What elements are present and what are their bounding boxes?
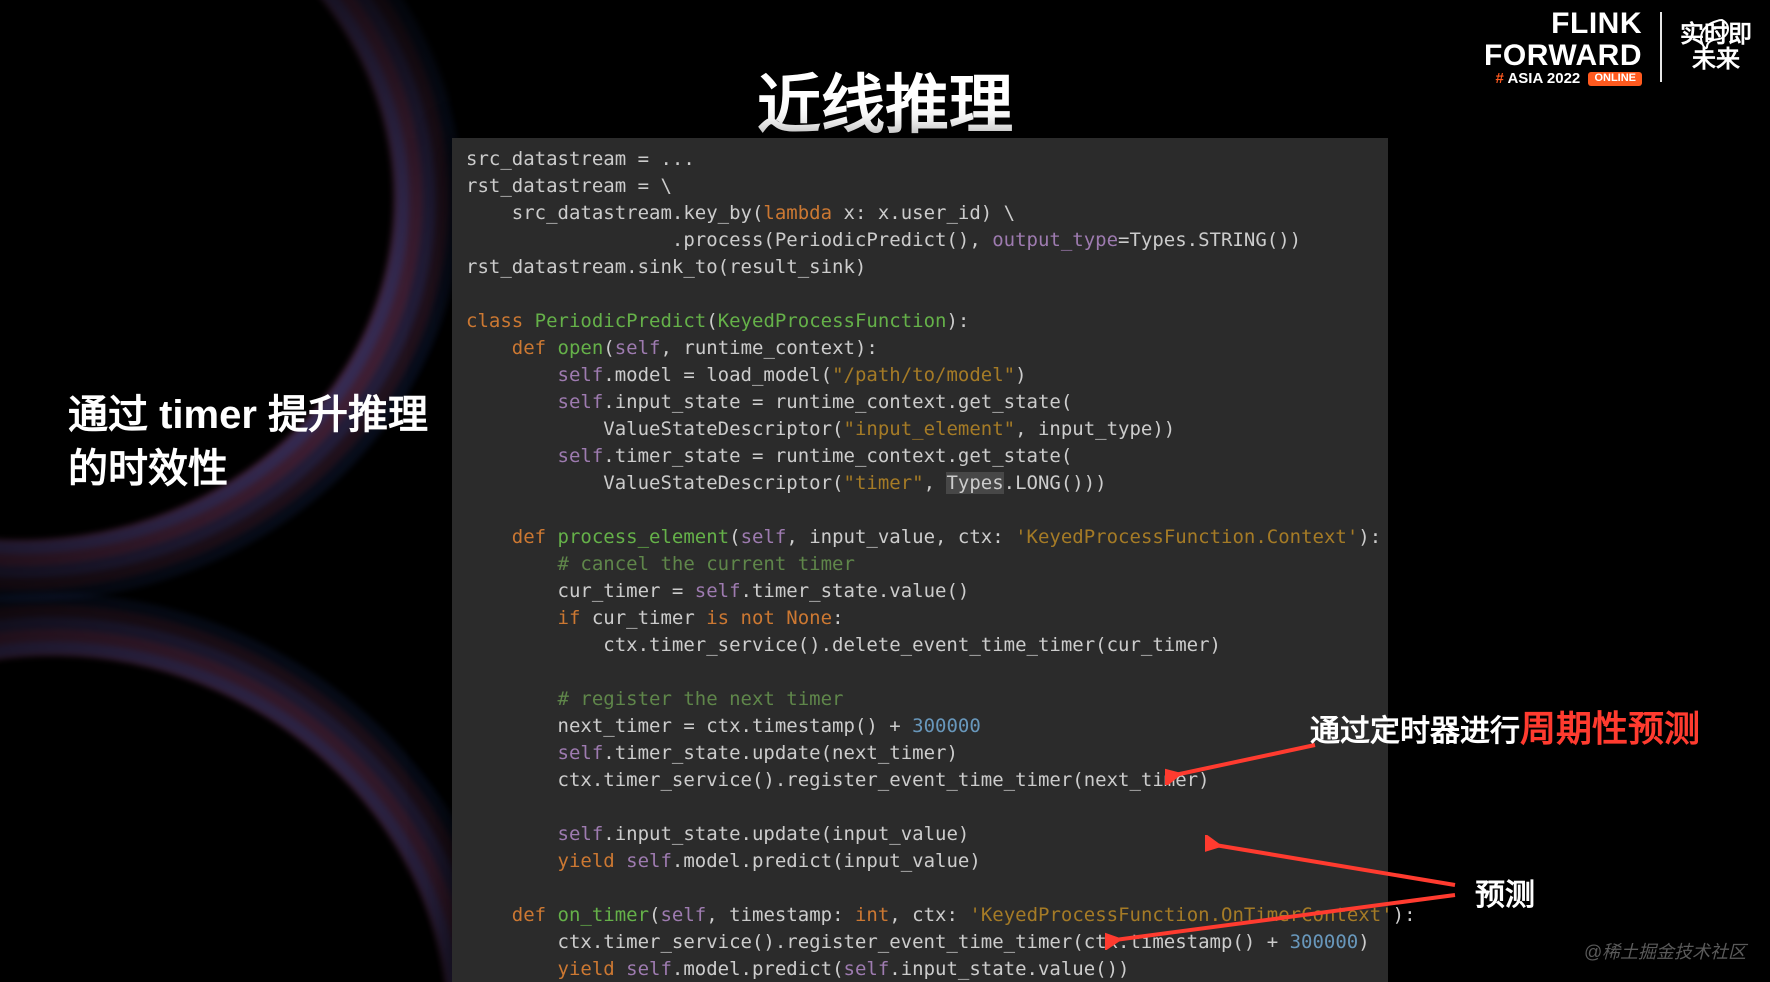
code-self: self bbox=[466, 364, 603, 386]
code-string: "input_element" bbox=[844, 418, 1016, 440]
code-self: self bbox=[466, 742, 603, 764]
code-line: cur_timer bbox=[580, 607, 706, 629]
code-line: , input_type)) bbox=[1015, 418, 1175, 440]
code-line: , bbox=[924, 472, 947, 494]
code-line: .input_state = runtime_context.get_state… bbox=[603, 391, 1072, 413]
code-classname: KeyedProcessFunction bbox=[718, 310, 947, 332]
code-line: =Types.STRING()) bbox=[1118, 229, 1301, 251]
code-line: ): bbox=[946, 310, 969, 332]
code-func: process_element bbox=[546, 526, 729, 548]
logo-line1: FLINK bbox=[1484, 8, 1642, 40]
code-keyword: class bbox=[466, 310, 523, 332]
code-line: : bbox=[832, 607, 843, 629]
code-comment: # cancel the current timer bbox=[466, 553, 855, 575]
code-keyword: yield bbox=[466, 958, 615, 980]
code-line: .input_state.update(input_value) bbox=[603, 823, 969, 845]
code-line: .timer_state.value() bbox=[741, 580, 970, 602]
code-keyword: is not None bbox=[706, 607, 832, 629]
decorative-swirl bbox=[0, 603, 479, 982]
code-line: , runtime_context): bbox=[661, 337, 878, 359]
code-keyword: def bbox=[466, 526, 546, 548]
code-self: self bbox=[615, 337, 661, 359]
code-classname: PeriodicPredict bbox=[523, 310, 706, 332]
code-sel: Types bbox=[946, 472, 1003, 494]
code-line: , input_value, ctx: bbox=[786, 526, 1015, 548]
code-line: ) bbox=[1015, 364, 1026, 386]
code-line: next_timer = ctx.timestamp() + bbox=[466, 715, 912, 737]
code-keyword: yield bbox=[466, 850, 615, 872]
code-self: self bbox=[466, 823, 603, 845]
code-string: "/path/to/model" bbox=[832, 364, 1015, 386]
code-line: ( bbox=[603, 337, 614, 359]
arrow-icon bbox=[1165, 740, 1325, 785]
code-self: self bbox=[615, 850, 672, 872]
code-line: ( bbox=[649, 904, 660, 926]
code-line: cur_timer = bbox=[466, 580, 695, 602]
code-line: .model.predict( bbox=[672, 958, 844, 980]
code-line: ): bbox=[1358, 526, 1381, 548]
annotation-predict: 预测 bbox=[1475, 870, 1535, 914]
code-line: , ctx: bbox=[889, 904, 969, 926]
code-type: int bbox=[855, 904, 889, 926]
arrow-icon bbox=[1205, 835, 1465, 895]
code-number: 300000 bbox=[912, 715, 981, 737]
code-line: ( bbox=[706, 310, 717, 332]
code-line: x: x.user_id) \ bbox=[832, 202, 1015, 224]
code-line: ValueStateDescriptor( bbox=[466, 472, 844, 494]
code-keyword: if bbox=[466, 607, 580, 629]
annotation-highlight: 周期性预测 bbox=[1520, 708, 1700, 749]
code-line: .process(PeriodicPredict(), bbox=[466, 229, 992, 251]
code-string: 'KeyedProcessFunction.Context' bbox=[1015, 526, 1358, 548]
code-line: ctx.timer_service().delete_event_time_ti… bbox=[466, 634, 1221, 656]
code-line: rst_datastream = \ bbox=[466, 175, 672, 197]
code-self: self bbox=[741, 526, 787, 548]
code-line: rst_datastream.sink_to(result_sink) bbox=[466, 256, 866, 278]
code-func: open bbox=[546, 337, 603, 359]
code-comment: # register the next timer bbox=[466, 688, 844, 710]
side-caption: 通过 timer 提升推理的时效性 bbox=[68, 388, 448, 496]
slide-title: 近线推理 bbox=[0, 54, 1770, 146]
flink-squirrel-icon bbox=[1692, 14, 1732, 54]
code-param: output_type bbox=[992, 229, 1118, 251]
code-line: .timer_state = runtime_context.get_state… bbox=[603, 445, 1072, 467]
code-line: src_datastream.key_by( bbox=[466, 202, 763, 224]
code-line: .model.predict(input_value) bbox=[672, 850, 981, 872]
code-keyword: lambda bbox=[763, 202, 832, 224]
code-line: ( bbox=[729, 526, 740, 548]
code-self: self bbox=[695, 580, 741, 602]
code-line: ValueStateDescriptor( bbox=[466, 418, 844, 440]
code-line: .input_state.value()) bbox=[889, 958, 1129, 980]
code-keyword: def bbox=[466, 904, 546, 926]
annotation-text: 通过定时器进行 bbox=[1310, 715, 1520, 748]
code-self: self bbox=[466, 445, 603, 467]
code-line: ctx.timer_service().register_event_time_… bbox=[466, 769, 1210, 791]
code-line: .LONG())) bbox=[1004, 472, 1107, 494]
code-line: , timestamp: bbox=[706, 904, 855, 926]
arrow-icon bbox=[1105, 890, 1465, 950]
code-func: on_timer bbox=[546, 904, 649, 926]
annotation-periodic: 通过定时器进行周期性预测 bbox=[1310, 700, 1700, 752]
code-self: self bbox=[844, 958, 890, 980]
watermark: @稀土掘金技术社区 bbox=[1584, 938, 1746, 964]
code-line: src_datastream = ... bbox=[466, 148, 695, 170]
code-keyword: def bbox=[466, 337, 546, 359]
code-self: self bbox=[466, 391, 603, 413]
code-self: self bbox=[615, 958, 672, 980]
code-line: .model = load_model( bbox=[603, 364, 832, 386]
code-self: self bbox=[660, 904, 706, 926]
code-string: "timer" bbox=[844, 472, 924, 494]
code-line: .timer_state.update(next_timer) bbox=[603, 742, 958, 764]
